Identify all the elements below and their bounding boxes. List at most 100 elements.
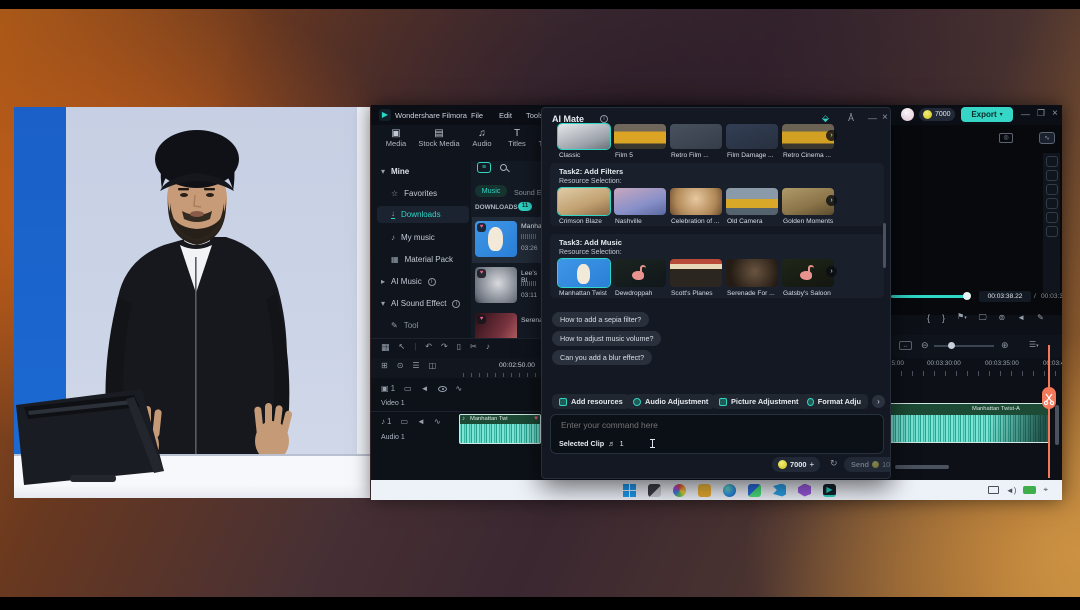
tab-music[interactable]: Music (475, 185, 507, 197)
edge-browser-icon[interactable] (723, 484, 736, 497)
menu-edit[interactable]: Edit (499, 111, 512, 120)
task-view-icon[interactable] (648, 484, 661, 497)
menu-file[interactable]: File (471, 111, 483, 120)
store-app-icon[interactable] (748, 484, 761, 497)
track-manager-icon[interactable]: ☰ (412, 362, 419, 370)
sidebar-item-downloads[interactable]: ↓ Downloads (391, 210, 441, 219)
filter-thumb-classic[interactable] (558, 124, 610, 149)
list-view-icon[interactable]: ≡ (477, 162, 491, 173)
visual-studio-icon[interactable] (798, 484, 811, 497)
music-item[interactable]: ♥ Serenad (472, 311, 541, 338)
avatar[interactable] (901, 108, 914, 121)
action-add-resources[interactable]: Add resources (552, 394, 630, 409)
actions-scroll-chevron[interactable]: › (872, 395, 885, 408)
undo-icon[interactable]: ↶ (425, 343, 432, 351)
seek-bar[interactable] (891, 295, 967, 298)
add-credits-plus[interactable]: + (809, 460, 814, 469)
sidebar-item-mine[interactable]: ▾ Mine (381, 167, 409, 176)
marker-flag-icon[interactable]: ⚑▾ (957, 313, 967, 322)
minimize-button[interactable]: — (1021, 109, 1030, 119)
audio-meter-icon[interactable]: ∿ (1039, 132, 1055, 144)
marker-slot[interactable] (1046, 184, 1058, 195)
send-button[interactable]: Send 10 (844, 457, 891, 472)
mute-icon[interactable]: ◄ (417, 418, 425, 426)
lock-icon[interactable]: ▭ (400, 418, 408, 426)
info-icon[interactable]: i (600, 115, 608, 123)
audio-clip-left[interactable]: Manhattan Twi ♪ ♥ (459, 414, 541, 444)
track-height-icon[interactable]: ☰▾ (1029, 340, 1039, 349)
grid-tool-icon[interactable]: ▦ (381, 343, 390, 351)
music-item-selected[interactable]: ♥ Manhat 03:26 (472, 217, 541, 263)
search-icon[interactable] (500, 164, 507, 171)
mark-out-icon[interactable]: } (942, 314, 945, 322)
suggestion-chip[interactable]: Can you add a blur effect? (552, 350, 652, 365)
music-thumb-dewdroppah[interactable] (614, 259, 666, 287)
filter-thumb-celebration[interactable] (670, 188, 722, 215)
delete-icon[interactable]: ▯ (457, 343, 461, 351)
sidebar-item-tool[interactable]: ✎ Tool (391, 321, 418, 330)
refresh-icon[interactable]: ↻ (830, 458, 838, 469)
command-input[interactable] (559, 419, 809, 431)
hide-track-icon[interactable] (438, 386, 447, 392)
music-thumb-manhattan-twist[interactable] (558, 259, 610, 287)
filter-thumb-film5[interactable] (614, 124, 666, 149)
seek-handle[interactable] (963, 292, 971, 300)
zoom-out-icon[interactable]: ⊖ (921, 340, 929, 351)
fullscreen-icon[interactable]: 🖵 (979, 314, 987, 322)
mute-icon[interactable]: ◄ (421, 385, 429, 393)
row-scroll-chevron[interactable]: › (826, 195, 837, 206)
credits-pill[interactable]: 7000 + (772, 457, 820, 472)
row-scroll-chevron[interactable]: › (826, 130, 837, 141)
add-track-icon[interactable]: ⊞ (381, 362, 388, 370)
lab-beta-icon[interactable]: Å (848, 113, 854, 123)
magnet-icon[interactable]: ∿ (456, 385, 463, 393)
restore-button[interactable]: ❐ (1037, 108, 1045, 119)
filter-thumb-nashville[interactable] (614, 188, 666, 215)
music-thumb-scotts-planes[interactable] (670, 259, 722, 287)
mark-in-icon[interactable]: { (927, 314, 930, 322)
filmora-taskbar-icon[interactable]: ▶ (823, 484, 836, 497)
sidebar-item-ai-sound-effect[interactable]: ▾ AI Sound Effect i (381, 299, 460, 308)
tab-sound-effect[interactable]: Sound E (514, 188, 542, 197)
dialog-scrollbar[interactable] (883, 223, 886, 268)
filter-thumb-old-camera[interactable] (726, 188, 778, 215)
pin-icon[interactable]: ⬙ (822, 113, 829, 124)
split-scissors-icon[interactable]: ✂ (470, 343, 477, 351)
vscode-icon[interactable] (773, 484, 786, 497)
tray-pin-icon[interactable]: ⌖ (1043, 485, 1048, 495)
close-button[interactable]: × (1052, 108, 1058, 119)
marker-slot[interactable] (1046, 212, 1058, 223)
edit-tool-icon[interactable]: ✎ (1037, 314, 1044, 322)
record-voiceover-icon[interactable]: ⊙ (397, 362, 404, 370)
downloads-group-label[interactable]: DOWNLOADS (475, 204, 518, 211)
tab-media[interactable]: ▣ Media (379, 129, 413, 148)
marker-slot[interactable] (1046, 226, 1058, 237)
zoom-in-icon[interactable]: ⊕ (1001, 340, 1009, 351)
redo-icon[interactable]: ↷ (441, 343, 448, 351)
tab-audio[interactable]: ♫ Audio (465, 129, 499, 148)
tab-titles[interactable]: T Titles (501, 129, 533, 148)
export-button[interactable]: Export ▾ (961, 107, 1013, 122)
detach-audio-icon[interactable]: ♪ (486, 343, 490, 351)
mask-icon[interactable]: ◫ (429, 362, 437, 370)
sidebar-item-ai-music[interactable]: ▸ AI Music i (381, 277, 436, 286)
current-timecode[interactable]: 00:03:38.22 (979, 291, 1031, 302)
speaker-icon[interactable]: ◄ (1017, 314, 1025, 322)
file-explorer-icon[interactable] (698, 484, 711, 497)
row-scroll-chevron[interactable]: › (826, 266, 837, 277)
horizontal-scrollbar[interactable] (895, 465, 949, 469)
dialog-minimize[interactable]: — (868, 113, 877, 123)
sidebar-item-material-pack[interactable]: ▦ Material Pack (391, 255, 453, 264)
tray-volume-icon[interactable]: ◄) (1006, 486, 1017, 495)
marker-slot[interactable] (1046, 198, 1058, 209)
filter-thumb-crimson-blaze[interactable] (558, 188, 610, 215)
action-audio-adjustment[interactable]: Audio Adjustment (626, 394, 715, 409)
music-thumb-serenade[interactable] (726, 259, 778, 287)
sidebar-item-my-music[interactable]: ♪ My music (391, 233, 435, 242)
marker-slot[interactable] (1046, 170, 1058, 181)
zoom-slider-track[interactable] (934, 345, 994, 347)
tray-battery-icon[interactable] (1023, 486, 1036, 494)
command-input-box[interactable]: Selected Clip ♬ 1 (550, 414, 884, 454)
render-preview-icon[interactable]: ◎ (999, 133, 1013, 143)
sidebar-item-favorites[interactable]: ☆ Favorites (391, 189, 437, 198)
